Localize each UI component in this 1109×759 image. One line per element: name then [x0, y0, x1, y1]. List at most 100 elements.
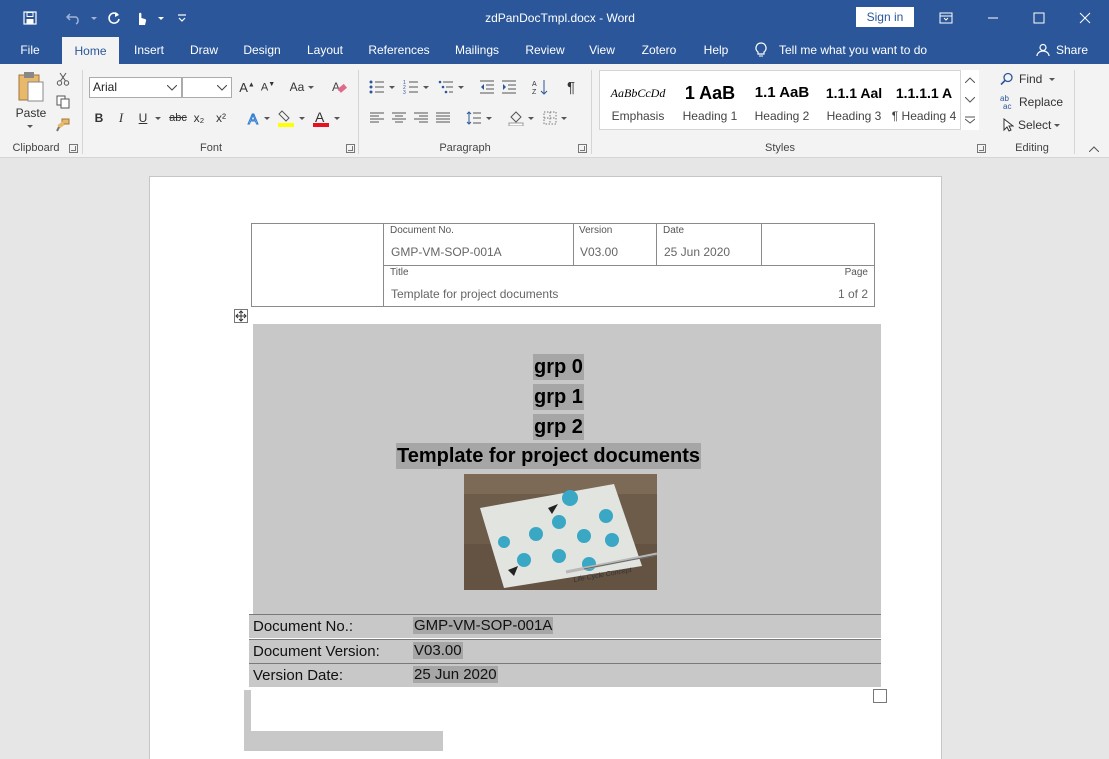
decrease-indent-button[interactable]	[477, 78, 497, 96]
decrease-indent-icon	[480, 80, 494, 94]
grow-font-button[interactable]: A▲	[238, 78, 256, 96]
show-formatting-button[interactable]: ¶	[561, 78, 581, 96]
sort-button[interactable]: AZ	[530, 78, 550, 96]
numbering-icon: 123	[403, 80, 418, 94]
text-effects-dropdown[interactable]	[263, 114, 271, 122]
style-heading-2[interactable]: 1.1 AaB Heading 2	[746, 71, 818, 129]
subscript-button[interactable]: x₂	[191, 110, 207, 126]
strikethrough-button[interactable]: abc	[168, 110, 188, 126]
paste-button[interactable]	[14, 70, 48, 104]
underline-button[interactable]: U	[136, 110, 150, 126]
paste-dropdown[interactable]	[25, 122, 35, 130]
change-case-button[interactable]: Aa	[287, 78, 317, 96]
clipboard-paste-icon	[18, 72, 44, 102]
style-name: Emphasis	[611, 109, 665, 123]
format-painter-button[interactable]	[54, 116, 72, 134]
italic-button[interactable]: I	[114, 110, 128, 126]
select-button[interactable]: Select	[1002, 116, 1064, 134]
superscript-button[interactable]: x²	[213, 110, 229, 126]
info-value: 25 Jun 2020	[413, 666, 498, 683]
share-label: Share	[1056, 43, 1089, 57]
tab-file[interactable]: File	[10, 36, 50, 64]
clear-formatting-button[interactable]: A	[330, 78, 348, 96]
tab-view[interactable]: View	[582, 36, 622, 64]
replace-label: Replace	[1019, 95, 1064, 109]
line-spacing-icon	[466, 111, 481, 125]
header-docno-cell: Document No. GMP-VM-SOP-001A	[384, 224, 574, 265]
close-button[interactable]	[1062, 0, 1108, 36]
text-effects-button[interactable]: A	[245, 108, 265, 128]
pilcrow-icon: ¶	[566, 78, 576, 96]
copy-button[interactable]	[54, 93, 72, 111]
align-right-button[interactable]	[412, 110, 430, 126]
ribbon-display-options-button[interactable]	[923, 0, 969, 36]
tab-help[interactable]: Help	[696, 36, 736, 64]
shading-button[interactable]	[506, 109, 536, 127]
tab-design[interactable]: Design	[236, 36, 288, 64]
find-label: Find	[1019, 72, 1043, 86]
bullets-button[interactable]	[368, 78, 396, 96]
tab-layout[interactable]: Layout	[298, 36, 352, 64]
maximize-button[interactable]	[1016, 0, 1062, 36]
borders-button[interactable]	[540, 109, 570, 127]
paragraph-launcher-button[interactable]	[578, 144, 587, 153]
tell-me-search[interactable]: Tell me what you want to do	[755, 36, 927, 64]
title-label: Title	[390, 267, 409, 278]
redo-button[interactable]	[100, 0, 128, 36]
tab-home[interactable]: Home	[62, 37, 119, 64]
shrink-font-button[interactable]: A▼	[259, 78, 277, 96]
touch-mode-dropdown[interactable]	[154, 0, 168, 36]
separator	[591, 70, 592, 154]
styles-scroll-up-button[interactable]	[960, 70, 979, 90]
justify-button[interactable]	[434, 110, 452, 126]
underline-dropdown[interactable]	[153, 114, 163, 122]
replace-button[interactable]: ab ac Replace	[1000, 93, 1066, 111]
bold-button[interactable]: B	[92, 110, 106, 126]
sign-in-button[interactable]: Sign in	[856, 7, 914, 27]
save-button[interactable]	[0, 0, 60, 36]
tab-review[interactable]: Review	[518, 36, 572, 64]
bullets-icon	[369, 80, 384, 94]
style-heading-3[interactable]: 1.1.1 Aal Heading 3	[818, 71, 890, 129]
ribbon-tabs: File Home Insert Draw Design Layout Refe…	[0, 36, 1109, 64]
collapse-ribbon-button[interactable]	[1086, 142, 1102, 156]
cover-photo[interactable]: Life Cycle Concept	[464, 474, 657, 590]
align-center-button[interactable]	[390, 110, 408, 126]
highlight-color-button[interactable]	[276, 108, 296, 128]
tab-zotero[interactable]: Zotero	[632, 36, 686, 64]
style-heading-1[interactable]: 1 AaB Heading 1	[674, 71, 746, 129]
tab-insert[interactable]: Insert	[126, 36, 172, 64]
tab-mailings[interactable]: Mailings	[446, 36, 508, 64]
font-launcher-button[interactable]	[346, 144, 355, 153]
style-emphasis[interactable]: AaBbCcDd Emphasis	[602, 71, 674, 129]
touch-mode-button[interactable]	[128, 0, 154, 36]
increase-indent-button[interactable]	[499, 78, 519, 96]
undo-dropdown[interactable]	[88, 0, 100, 36]
change-case-label: Aa	[289, 80, 305, 94]
numbering-button[interactable]: 123	[402, 78, 430, 96]
styles-launcher-button[interactable]	[977, 144, 986, 153]
line-spacing-button[interactable]	[464, 109, 494, 127]
find-button[interactable]: Find	[1000, 70, 1062, 88]
multilevel-list-button[interactable]	[436, 78, 466, 96]
style-heading-4[interactable]: 1.1.1.1 A ¶ Heading 4	[888, 71, 960, 129]
font-color-button[interactable]: A	[311, 108, 331, 128]
customize-qat-button[interactable]	[168, 0, 196, 36]
undo-button[interactable]	[60, 0, 88, 36]
minimize-button[interactable]	[970, 0, 1016, 36]
table-resize-handle[interactable]	[873, 689, 887, 703]
cut-button[interactable]	[54, 70, 72, 88]
undo-icon	[66, 13, 79, 25]
font-color-dropdown[interactable]	[333, 114, 341, 122]
align-left-button[interactable]	[368, 110, 386, 126]
font-size-combo[interactable]	[182, 77, 232, 98]
highlight-dropdown[interactable]	[298, 114, 306, 122]
share-button[interactable]: Share	[1036, 36, 1088, 64]
table-move-handle[interactable]	[234, 309, 248, 323]
styles-scroll-down-button[interactable]	[960, 90, 979, 110]
font-name-combo[interactable]: Arial	[89, 77, 182, 98]
tab-draw[interactable]: Draw	[182, 36, 226, 64]
tab-references[interactable]: References	[362, 36, 436, 64]
clipboard-launcher-button[interactable]	[69, 144, 78, 153]
styles-more-button[interactable]	[960, 110, 979, 130]
